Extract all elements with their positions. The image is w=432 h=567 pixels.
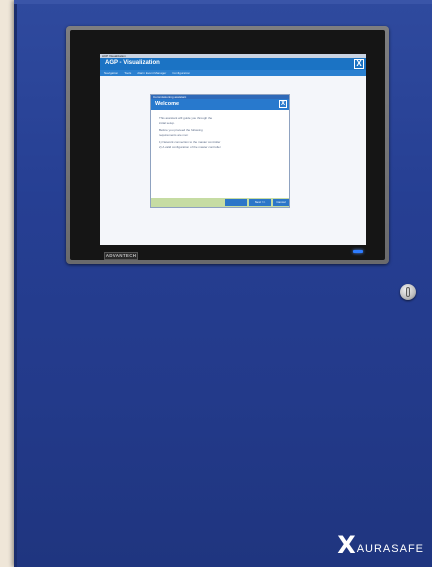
dialog-body: This assistant will guide you through th… — [151, 110, 289, 158]
dialog-line-5: 1) Network connection to the master cont… — [159, 140, 221, 144]
dialog-line-4: requirements are met: — [159, 132, 189, 137]
dialog-close-button[interactable]: X — [279, 100, 287, 108]
control-cabinet: ACP Visualization AGP - Visualization X … — [14, 0, 432, 567]
app-close-button[interactable]: X — [354, 59, 364, 69]
cabinet-top-edge — [14, 0, 432, 4]
aurasafe-logo: X AURASAFE — [337, 531, 424, 559]
lock-keyhole — [406, 287, 410, 297]
bezel-brand-plate: ADVANTECH — [104, 252, 138, 260]
logo-wordmark: AURASAFE — [356, 543, 424, 555]
cabinet-lock-icon[interactable] — [400, 284, 416, 300]
dialog-text-line: 1) Network connection to the master cont… — [159, 140, 281, 149]
app-title: AGP - Visualization — [105, 60, 160, 66]
cabinet-edge — [14, 0, 17, 567]
bezel-inner: ACP Visualization AGP - Visualization X … — [70, 30, 385, 260]
dialog-text-line: Before you proceed the following require… — [159, 128, 281, 137]
dialog-line-1: This assistant will guide you through th… — [159, 116, 213, 120]
commissioning-dialog: Commissioning assistant Welcome X This a… — [150, 94, 290, 208]
dialog-footer: Next >> Cancel — [151, 198, 289, 207]
dialog-line-6: 2) A valid configuration of the master c… — [159, 144, 221, 149]
dialog-header: Welcome X — [151, 99, 289, 110]
dialog-line-2: initial setup. — [159, 120, 175, 125]
dialog-text-line: This assistant will guide you through th… — [159, 116, 281, 125]
app-header: AGP - Visualization X — [100, 58, 366, 70]
dialog-line-3: Before you proceed the following — [159, 128, 203, 132]
power-led-indicator — [353, 250, 363, 253]
back-button[interactable] — [225, 199, 247, 206]
cancel-button[interactable]: Cancel — [273, 199, 289, 206]
panel-pc-bezel: ACP Visualization AGP - Visualization X … — [66, 26, 389, 264]
dialog-title: Welcome — [155, 101, 180, 107]
logo-x-mark: X — [337, 531, 356, 559]
touchscreen[interactable]: ACP Visualization AGP - Visualization X … — [100, 54, 366, 245]
next-button[interactable]: Next >> — [249, 199, 271, 206]
